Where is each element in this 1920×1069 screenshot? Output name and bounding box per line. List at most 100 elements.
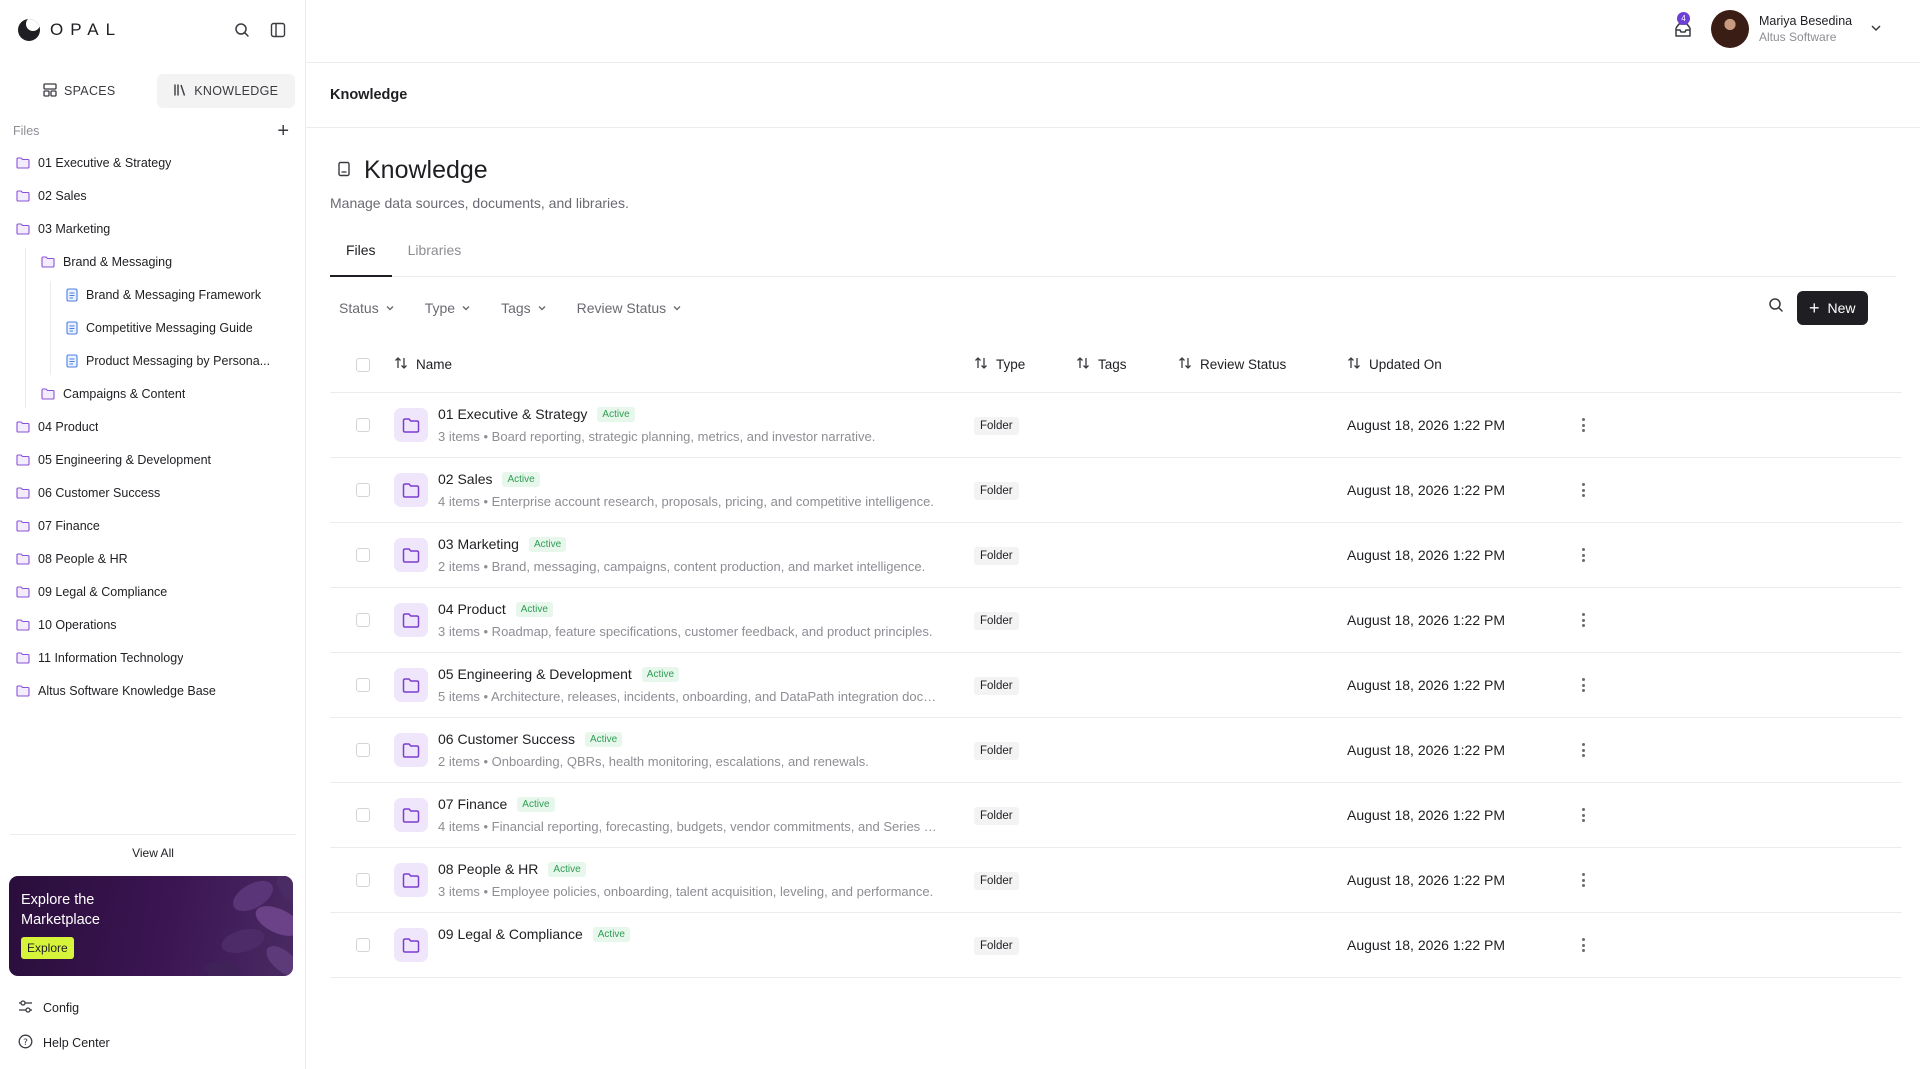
sidebar-toggle-icon[interactable] — [269, 21, 287, 39]
tree-item-label: Product Messaging by Persona... — [86, 353, 271, 368]
user-menu[interactable]: Mariya Besedina Altus Software — [1711, 10, 1882, 48]
promo-title: Explore the Marketplace — [21, 892, 100, 928]
row-checkbox[interactable] — [356, 548, 370, 562]
row-description: 4 items • Financial reporting, forecasti… — [438, 819, 943, 834]
column-review-status[interactable]: Review Status — [1178, 356, 1286, 373]
table-row[interactable]: 07 Finance Active 4 items • Financial repo… — [330, 783, 1902, 848]
row-name[interactable]: 04 Product Active — [438, 601, 553, 617]
marketplace-promo[interactable]: Explore the Marketplace Explore — [9, 876, 293, 976]
more-vertical-icon[interactable] — [1578, 740, 1588, 760]
help-center-link[interactable]: ? Help Center — [18, 1034, 110, 1052]
row-name[interactable]: 01 Executive & Strategy Active — [438, 406, 635, 422]
tab-knowledge[interactable]: KNOWLEDGE — [156, 74, 295, 108]
more-vertical-icon[interactable] — [1578, 935, 1588, 955]
row-name[interactable]: 03 Marketing Active — [438, 536, 567, 552]
row-name[interactable]: 07 Finance Active — [438, 796, 555, 812]
folder-icon — [16, 519, 30, 532]
filter-status[interactable]: Status — [339, 300, 395, 316]
row-description: 3 items • Roadmap, feature specification… — [438, 624, 933, 639]
more-vertical-icon[interactable] — [1578, 870, 1588, 890]
search-icon[interactable] — [233, 21, 251, 39]
filter-type[interactable]: Type — [425, 300, 471, 316]
type-chip: Folder — [974, 482, 1019, 500]
row-checkbox[interactable] — [356, 613, 370, 627]
tree-item[interactable]: 08 People & HR — [0, 542, 305, 575]
more-vertical-icon[interactable] — [1578, 610, 1588, 630]
more-vertical-icon[interactable] — [1578, 415, 1588, 435]
row-checkbox[interactable] — [356, 873, 370, 887]
tree-item-label: Altus Software Knowledge Base — [38, 683, 216, 698]
table-row[interactable]: 09 Legal & Compliance Active Folder August … — [330, 913, 1902, 978]
tree-item[interactable]: 05 Engineering & Development — [0, 443, 305, 476]
column-type[interactable]: Type — [974, 356, 1025, 373]
row-checkbox[interactable] — [356, 678, 370, 692]
more-vertical-icon[interactable] — [1578, 545, 1588, 565]
tree-item[interactable]: 02 Sales — [0, 179, 305, 212]
column-name[interactable]: Name — [394, 356, 452, 373]
table-row[interactable]: 08 People & HR Active 3 items • Employee p… — [330, 848, 1902, 913]
sort-icon — [974, 356, 988, 373]
column-type-label: Type — [996, 357, 1026, 372]
row-checkbox[interactable] — [356, 938, 370, 952]
row-name[interactable]: 05 Engineering & Development Active — [438, 666, 680, 682]
view-all-link[interactable]: View All — [10, 834, 296, 862]
row-checkbox[interactable] — [356, 743, 370, 757]
row-name[interactable]: 02 Sales Active — [438, 471, 540, 487]
row-title: 05 Engineering & Development — [438, 666, 632, 682]
row-name[interactable]: 09 Legal & Compliance Active — [438, 926, 630, 942]
tree-item[interactable]: Competitive Messaging Guide — [0, 311, 305, 344]
tree-item[interactable]: Altus Software Knowledge Base — [0, 674, 305, 707]
table-row[interactable]: 06 Customer Success Active 2 items • Onboa… — [330, 718, 1902, 783]
folder-icon — [41, 255, 55, 268]
column-tags[interactable]: Tags — [1076, 356, 1127, 373]
row-name[interactable]: 06 Customer Success Active — [438, 731, 623, 747]
tab-libraries[interactable]: Libraries — [392, 237, 478, 277]
more-vertical-icon[interactable] — [1578, 805, 1588, 825]
tree-item[interactable]: Brand & Messaging — [0, 245, 305, 278]
logo[interactable]: OPAL — [18, 19, 122, 41]
tree-item[interactable]: 10 Operations — [0, 608, 305, 641]
column-updated-on[interactable]: Updated On — [1347, 356, 1442, 373]
folder-icon — [394, 733, 428, 767]
search-icon[interactable] — [1768, 297, 1784, 316]
tree-item[interactable]: 01 Executive & Strategy — [0, 146, 305, 179]
tree-item[interactable]: Brand & Messaging Framework — [0, 278, 305, 311]
tree-item[interactable]: 03 Marketing — [0, 212, 305, 245]
row-title: 06 Customer Success — [438, 731, 575, 747]
tree-item[interactable]: 07 Finance — [0, 509, 305, 542]
more-vertical-icon[interactable] — [1578, 675, 1588, 695]
files-table: Name Type Tags Review Status Updated On … — [330, 339, 1902, 978]
more-vertical-icon[interactable] — [1578, 480, 1588, 500]
tree-item[interactable]: Product Messaging by Persona... — [0, 344, 305, 377]
tab-spaces[interactable]: SPACES — [10, 74, 149, 108]
column-review-label: Review Status — [1200, 357, 1287, 372]
explore-button[interactable]: Explore — [21, 937, 74, 959]
select-all-checkbox[interactable] — [356, 358, 370, 372]
folder-icon — [394, 538, 428, 572]
table-row[interactable]: 03 Marketing Active 2 items • Brand, messa… — [330, 523, 1902, 588]
row-checkbox[interactable] — [356, 483, 370, 497]
folder-icon — [394, 863, 428, 897]
tree-item[interactable]: 04 Product — [0, 410, 305, 443]
add-file-icon[interactable]: + — [277, 121, 289, 141]
filter-review-status[interactable]: Review Status — [577, 300, 682, 316]
table-row[interactable]: 02 Sales Active 4 items • Enterprise accou… — [330, 458, 1902, 523]
table-row[interactable]: 05 Engineering & Development Active 5 item… — [330, 653, 1902, 718]
row-name[interactable]: 08 People & HR Active — [438, 861, 586, 877]
tab-files[interactable]: Files — [330, 237, 392, 277]
new-button[interactable]: + New — [1797, 291, 1868, 325]
row-checkbox[interactable] — [356, 418, 370, 432]
table-row[interactable]: 04 Product Active 3 items • Roadmap, featu… — [330, 588, 1902, 653]
config-link[interactable]: Config — [18, 999, 79, 1017]
tree-item[interactable]: 11 Information Technology — [0, 641, 305, 674]
table-row[interactable]: 01 Executive & Strategy Active 3 items • B… — [330, 393, 1902, 458]
tree-item[interactable]: Campaigns & Content — [0, 377, 305, 410]
notification-badge: 4 — [1677, 12, 1690, 25]
folder-icon — [16, 684, 30, 697]
file-tree: 01 Executive & Strategy 02 Sales 03 Market… — [0, 138, 305, 707]
tree-item[interactable]: 09 Legal & Compliance — [0, 575, 305, 608]
filter-tags[interactable]: Tags — [501, 300, 547, 316]
tree-item[interactable]: 06 Customer Success — [0, 476, 305, 509]
row-title: 07 Finance — [438, 796, 508, 812]
row-checkbox[interactable] — [356, 808, 370, 822]
